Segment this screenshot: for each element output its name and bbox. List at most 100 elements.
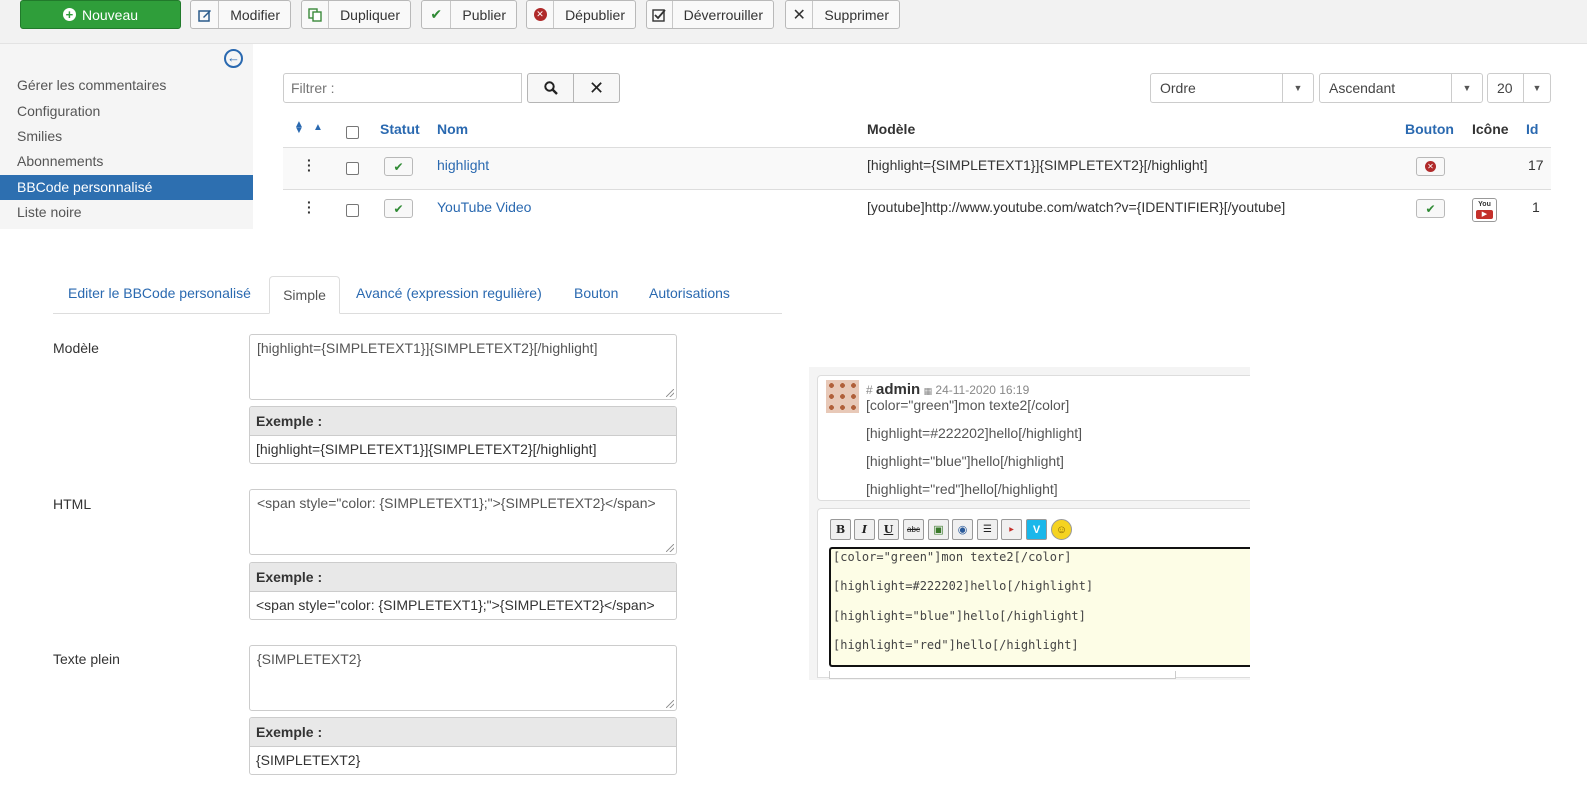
clear-icon: ✕ [588, 77, 605, 98]
row-name-link[interactable]: YouTube Video [437, 199, 531, 215]
tab-button[interactable]: Bouton [574, 285, 618, 301]
bold-icon[interactable]: B [830, 519, 851, 540]
html-label: HTML [53, 496, 92, 512]
header-name[interactable]: Nom [437, 121, 468, 137]
avatar [826, 380, 859, 413]
list-icon[interactable]: ☰ [977, 519, 998, 540]
sidebar-item-blacklist[interactable]: Liste noire [0, 200, 253, 225]
chevron-down-icon: ▼ [1282, 74, 1313, 102]
row-id: 17 [1528, 157, 1544, 173]
tabs-divider [53, 313, 782, 314]
edit-button[interactable]: Modifier [190, 0, 291, 29]
row-id: 1 [1532, 199, 1540, 215]
row-checkbox[interactable] [346, 162, 359, 175]
italic-icon[interactable]: I [854, 519, 875, 540]
unpublish-button[interactable]: ✕ Dépublier [526, 0, 636, 29]
publish-button[interactable]: ✔ Publier [421, 0, 517, 29]
post-line: [highlight="blue"]hello[/highlight] [866, 453, 1064, 469]
row-checkbox[interactable] [346, 204, 359, 217]
post-meta: # admin ▦ 24-11-2020 16:19 [866, 381, 1030, 398]
chevron-down-icon: ▼ [1451, 74, 1482, 102]
resize-handle-icon[interactable] [666, 544, 674, 552]
plus-circle-icon: + [62, 8, 76, 21]
header-status[interactable]: Statut [380, 121, 420, 137]
model-textarea[interactable]: [highlight={SIMPLETEXT1}]{SIMPLETEXT2}[/… [249, 334, 677, 400]
unpublish-icon: ✕ [527, 1, 555, 28]
drag-handle-icon[interactable]: · · · [307, 195, 312, 219]
resize-handle-icon[interactable] [666, 700, 674, 708]
tab-simple[interactable]: Simple [269, 276, 340, 314]
youtube-icon[interactable]: ▶ [1001, 519, 1022, 540]
unpublish-icon: ✕ [1425, 161, 1436, 172]
editor-textarea[interactable]: [color="green"]mon texte2[/color] [highl… [829, 547, 1250, 667]
row-model: [youtube]http://www.youtube.com/watch?v=… [867, 199, 1286, 215]
comment-post: # admin ▦ 24-11-2020 16:19 [color="green… [817, 375, 1250, 501]
header-icon: Icône [1472, 121, 1509, 137]
tab-edit-bbcode[interactable]: Editer le BBCode personalisé [68, 285, 251, 301]
new-button[interactable]: + Nouveau [20, 0, 181, 29]
delete-icon: ✕ [786, 1, 814, 28]
order-select[interactable]: Ordre ▼ [1150, 73, 1314, 103]
collapse-sidebar-icon[interactable]: ← [224, 49, 243, 68]
model-label: Modèle [53, 340, 99, 356]
new-button-label: Nouveau [81, 6, 139, 23]
smiley-icon[interactable]: ☺ [1051, 519, 1072, 540]
editor-resize-bar[interactable] [829, 671, 1176, 679]
chevron-down-icon: ▼ [1523, 74, 1550, 102]
row-model: [highlight={SIMPLETEXT1}]{SIMPLETEXT2}[/… [867, 157, 1208, 173]
checkbox-icon [647, 1, 673, 28]
comment-editor: B I U abc ▣ ◉ ☰ ▶ V ☺ [color="green"]mon… [817, 508, 1250, 679]
model-example: Exemple : [highlight={SIMPLETEXT1}]{SIMP… [249, 406, 677, 464]
sidebar-item-smilies[interactable]: Smilies [0, 124, 253, 149]
sort-order-icon[interactable]: ▲ ▼ [294, 120, 304, 136]
button-disabled-toggle[interactable]: ✕ [1416, 157, 1445, 176]
youtube-icon: You ▶ [1472, 198, 1497, 222]
post-line: [color="green"]mon texte2[/color] [866, 397, 1070, 413]
plain-text-textarea[interactable]: {SIMPLETEXT2} [249, 645, 677, 711]
select-all-checkbox[interactable] [346, 126, 359, 139]
sidebar-item-configuration[interactable]: Configuration [0, 99, 253, 124]
drag-handle-icon[interactable]: · · · [307, 153, 312, 177]
editor-line: [highlight=#222202]hello[/highlight] [833, 579, 1094, 593]
plain-text-label: Texte plein [53, 651, 120, 667]
search-button[interactable] [527, 73, 574, 103]
check-icon: ✔ [1425, 201, 1436, 216]
underline-icon[interactable]: U [878, 519, 899, 540]
limit-select[interactable]: 20 ▼ [1487, 73, 1551, 103]
search-icon [543, 81, 558, 95]
plain-text-example: Exemple : {SIMPLETEXT2} [249, 717, 677, 775]
status-published-button[interactable]: ✔ [384, 199, 413, 218]
post-line: [highlight="red"]hello[/highlight] [866, 481, 1058, 497]
button-enabled-toggle[interactable]: ✔ [1416, 199, 1445, 218]
status-published-button[interactable]: ✔ [384, 157, 413, 176]
strikethrough-icon[interactable]: abc [903, 519, 924, 540]
check-icon: ✔ [422, 1, 452, 28]
tab-permissions[interactable]: Autorisations [649, 285, 730, 301]
post-author: admin [876, 381, 921, 398]
check-icon: ✔ [393, 159, 404, 174]
sidebar-item-comments[interactable]: Gérer les commentaires [0, 73, 253, 98]
delete-button[interactable]: ✕ Supprimer [785, 0, 900, 29]
duplicate-button[interactable]: Dupliquer [301, 0, 411, 29]
vimeo-icon[interactable]: V [1026, 519, 1047, 540]
row-name-link[interactable]: highlight [437, 157, 489, 173]
sidebar-item-custom-bbcode[interactable]: BBCode personnalisé [0, 175, 253, 200]
header-button[interactable]: Bouton [1405, 121, 1454, 137]
post-date: 24-11-2020 16:19 [935, 383, 1030, 397]
calendar-icon: ▦ [923, 386, 933, 396]
html-textarea[interactable]: <span style="color: {SIMPLETEXT1};">{SIM… [249, 489, 677, 555]
editor-line: [highlight="red"]hello[/highlight] [833, 638, 1079, 652]
post-line: [highlight=#222202]hello[/highlight] [866, 425, 1083, 441]
image-icon[interactable]: ▣ [928, 519, 949, 540]
filter-input[interactable] [283, 73, 522, 103]
sort-asc-icon[interactable]: ▲ [313, 122, 323, 133]
header-id[interactable]: Id [1526, 121, 1538, 137]
check-icon: ✔ [393, 201, 404, 216]
resize-handle-icon[interactable] [666, 389, 674, 397]
clear-filter-button[interactable]: ✕ [573, 73, 620, 103]
direction-select[interactable]: Ascendant ▼ [1319, 73, 1483, 103]
link-icon[interactable]: ◉ [952, 519, 973, 540]
tab-advanced[interactable]: Avancé (expression regulière) [356, 285, 542, 301]
unlock-button[interactable]: Déverrouiller [646, 0, 774, 29]
sidebar-item-subscriptions[interactable]: Abonnements [0, 149, 253, 174]
